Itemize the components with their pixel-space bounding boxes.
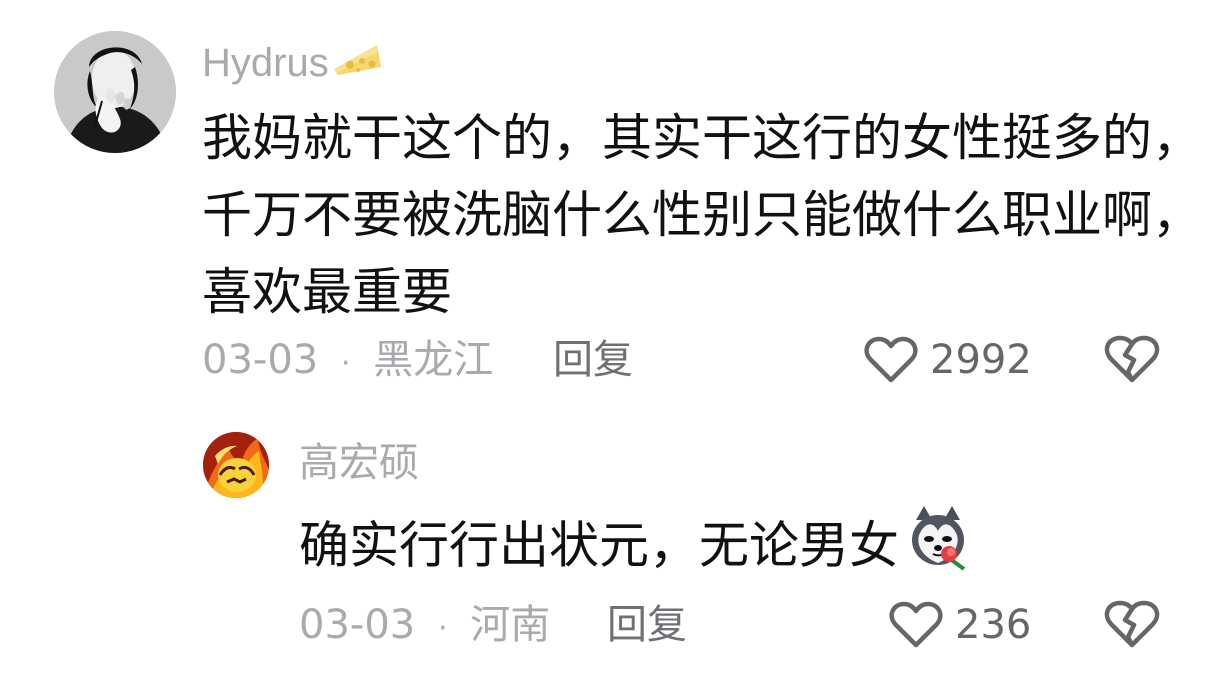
comment-date: 03-03 [299,602,416,648]
username[interactable]: 高宏硕 [299,438,419,488]
avatar[interactable] [203,432,269,498]
like-count: 236 [955,602,1032,648]
comment-text: 确实行行出状元，无论男女 [299,503,1199,595]
like-button[interactable]: 236 [889,597,1031,653]
meta-separator: · [437,611,448,646]
comment-thread: Hydrus 我妈就干这个的，其实干这行的女性挺多的，千万不要被洗脑什么性别只能… [0,0,1224,673]
comment-item: 高宏硕 确实行行出状元，无论男女 03-03 · 河南 回复 236 [0,0,1224,673]
broken-heart-icon [1104,600,1160,648]
heart-icon [889,601,943,649]
comment-meta: 03-03 · 河南 [299,597,550,653]
avatar-image [203,432,269,498]
dislike-button[interactable] [1104,599,1160,649]
husky-rose-emoji-icon [903,503,973,595]
reply-button[interactable]: 回复 [607,597,687,653]
comment-location: 河南 [470,602,551,648]
